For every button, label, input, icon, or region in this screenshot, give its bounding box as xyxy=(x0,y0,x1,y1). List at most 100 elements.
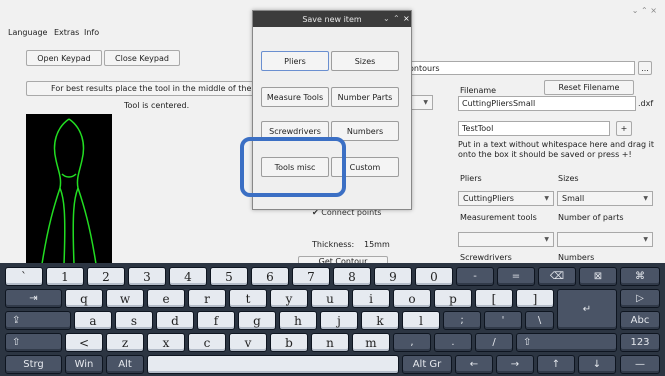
key-k[interactable]: k xyxy=(361,311,399,330)
shift-right-icon[interactable]: ⇧ xyxy=(516,333,617,352)
key-z[interactable]: z xyxy=(106,333,144,352)
key-a[interactable]: a xyxy=(74,311,112,330)
menu-extras[interactable]: Extras xyxy=(54,28,79,37)
centering-hint-button[interactable]: For best results place the tool in the m… xyxy=(26,81,258,96)
sizes-combo[interactable]: Small ▼ xyxy=(557,191,653,206)
key-t[interactable]: t xyxy=(229,289,267,308)
key-6[interactable]: 6 xyxy=(251,267,289,286)
arrow-left-icon[interactable]: ← xyxy=(455,355,493,374)
ctrl-key[interactable]: Strg xyxy=(5,355,62,374)
key-f[interactable]: f xyxy=(197,311,235,330)
key-i[interactable]: i xyxy=(352,289,390,308)
arrow-right-icon[interactable]: → xyxy=(496,355,534,374)
key-1[interactable]: 1 xyxy=(46,267,84,286)
key-backtick[interactable]: ` xyxy=(5,267,43,286)
browse-button[interactable]: ... xyxy=(638,61,652,75)
alt-key[interactable]: Alt xyxy=(106,355,144,374)
dialog-maximize-icon[interactable]: ⌃ xyxy=(393,14,400,23)
pliers-save-button[interactable]: Pliers xyxy=(261,51,329,71)
key-period[interactable]: . xyxy=(434,333,472,352)
close-keypad-button[interactable]: Close Keypad xyxy=(104,50,180,66)
key-comma[interactable]: , xyxy=(393,333,431,352)
key-q[interactable]: q xyxy=(65,289,103,308)
shift-left-icon[interactable]: ⇧ xyxy=(5,333,62,352)
key-n[interactable]: n xyxy=(311,333,349,352)
key-y[interactable]: y xyxy=(270,289,308,308)
menu-info[interactable]: Info xyxy=(84,28,99,37)
arrow-up-icon[interactable]: ↑ xyxy=(537,355,575,374)
key-7[interactable]: 7 xyxy=(292,267,330,286)
menu-language[interactable]: Language xyxy=(8,28,47,37)
sizes-save-button[interactable]: Sizes xyxy=(331,51,399,71)
reset-filename-button[interactable]: Reset Filename xyxy=(544,80,634,95)
add-button[interactable]: + xyxy=(616,121,632,136)
key-p[interactable]: p xyxy=(434,289,472,308)
key-3[interactable]: 3 xyxy=(128,267,166,286)
measure-tools-save-button[interactable]: Measure Tools xyxy=(261,87,329,107)
cursor-icon[interactable]: ▷ xyxy=(620,289,660,308)
key-right-bracket[interactable]: ] xyxy=(516,289,554,308)
key-2[interactable]: 2 xyxy=(87,267,125,286)
contours-path-text: ontours xyxy=(409,63,440,73)
pliers-combo[interactable]: CuttingPliers ▼ xyxy=(458,191,554,206)
key-8[interactable]: 8 xyxy=(333,267,371,286)
open-keypad-button[interactable]: Open Keypad xyxy=(26,50,102,66)
dialog-minimize-icon[interactable]: ⌄ xyxy=(383,14,390,23)
key-left-bracket[interactable]: [ xyxy=(475,289,513,308)
number-parts-label: Number of parts xyxy=(558,213,624,222)
key-equals[interactable]: = xyxy=(497,267,535,286)
key-apostrophe[interactable]: ' xyxy=(484,311,522,330)
measurement-tools-combo[interactable]: ▼ xyxy=(458,232,554,247)
key-less-than[interactable]: < xyxy=(65,333,103,352)
key-semicolon[interactable]: ; xyxy=(443,311,481,330)
key-e[interactable]: e xyxy=(147,289,185,308)
key-l[interactable]: l xyxy=(402,311,440,330)
key-g[interactable]: g xyxy=(238,311,276,330)
key-5[interactable]: 5 xyxy=(210,267,248,286)
dialog-title: Save new item xyxy=(302,14,362,24)
backspace-icon[interactable]: ⌫ xyxy=(538,267,576,286)
enter-key-icon[interactable]: ↵ xyxy=(557,289,617,330)
pliers-combo-value: CuttingPliers xyxy=(463,194,514,203)
key-minus[interactable]: - xyxy=(456,267,494,286)
key-r[interactable]: r xyxy=(188,289,226,308)
number-parts-save-button[interactable]: Number Parts xyxy=(331,87,399,107)
key-b[interactable]: b xyxy=(270,333,308,352)
menu-key[interactable]: — xyxy=(620,355,660,374)
key-u[interactable]: u xyxy=(311,289,349,308)
arrow-down-icon[interactable]: ↓ xyxy=(578,355,616,374)
abc-layout-key[interactable]: Abc xyxy=(620,311,660,330)
chevron-down-icon: ▼ xyxy=(643,236,648,243)
key-x[interactable]: x xyxy=(147,333,185,352)
window-controls[interactable]: ⌄ ⌃ × xyxy=(632,6,657,15)
tool-name-field[interactable]: TestTool xyxy=(458,121,610,136)
key-s[interactable]: s xyxy=(115,311,153,330)
key-c[interactable]: c xyxy=(188,333,226,352)
hide-keyboard-icon[interactable]: ⊠ xyxy=(579,267,617,286)
key-v[interactable]: v xyxy=(229,333,267,352)
caps-lock-icon[interactable]: ⇪ xyxy=(5,311,71,330)
key-o[interactable]: o xyxy=(393,289,431,308)
key-9[interactable]: 9 xyxy=(374,267,412,286)
alt-gr-key[interactable]: Alt Gr xyxy=(402,355,452,374)
settings-icon[interactable]: ⌘ xyxy=(620,267,660,286)
number-parts-combo[interactable]: ▼ xyxy=(557,232,653,247)
key-4[interactable]: 4 xyxy=(169,267,207,286)
pliers-contour xyxy=(41,118,97,265)
screwdrivers-label: Screwdrivers xyxy=(460,253,512,262)
win-key[interactable]: Win xyxy=(65,355,103,374)
key-backslash[interactable]: \ xyxy=(525,311,554,330)
key-0[interactable]: 0 xyxy=(415,267,453,286)
key-w[interactable]: w xyxy=(106,289,144,308)
filename-field[interactable]: CuttingPliersSmall xyxy=(458,96,636,111)
key-m[interactable]: m xyxy=(352,333,390,352)
key-d[interactable]: d xyxy=(156,311,194,330)
dialog-close-icon[interactable]: × xyxy=(403,14,410,23)
key-h[interactable]: h xyxy=(279,311,317,330)
space-bar[interactable] xyxy=(147,355,399,374)
tab-key-icon[interactable]: ⇥ xyxy=(5,289,62,308)
key-j[interactable]: j xyxy=(320,311,358,330)
contours-path-field[interactable]: ontours xyxy=(405,61,635,75)
numeric-layout-key[interactable]: 123 xyxy=(620,333,660,352)
key-slash[interactable]: / xyxy=(475,333,513,352)
